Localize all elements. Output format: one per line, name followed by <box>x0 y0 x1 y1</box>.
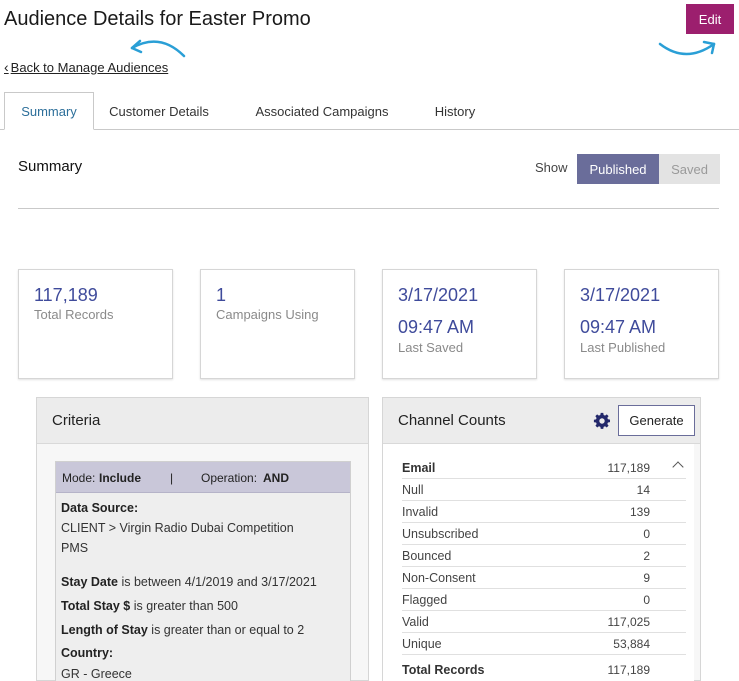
channel-counts-list: Email 117,189 Null 14 Invalid 139 Unsubs… <box>383 444 694 681</box>
generate-button[interactable]: Generate <box>618 405 695 436</box>
tab-customer-details[interactable]: Customer Details <box>100 92 218 130</box>
channel-row: Bounced 2 <box>402 545 686 567</box>
stay-date-criterion: Stay Date is between 4/1/2019 and 3/17/2… <box>61 575 317 589</box>
saved-option[interactable]: Saved <box>659 154 720 184</box>
stat-card-last-saved: 3/17/2021 09:47 AM Last Saved <box>382 269 537 379</box>
channel-row-email: Email 117,189 <box>402 457 686 479</box>
mode-separator: | <box>170 471 174 485</box>
stat-date: 3/17/2021 <box>398 285 479 305</box>
stat-card-campaigns-using: 1 Campaigns Using <box>200 269 355 379</box>
mode-label: Mode: <box>62 471 96 485</box>
tab-summary[interactable]: Summary <box>4 92 94 130</box>
length-of-stay-criterion: Length of Stay is greater than or equal … <box>61 623 305 637</box>
curved-arrow-right-icon <box>658 40 716 56</box>
operation-value: AND <box>263 471 289 485</box>
data-source-line: PMS <box>61 541 89 555</box>
tab-bar: Summary Customer Details Associated Camp… <box>0 92 739 130</box>
stat-value: 1 <box>216 285 227 305</box>
channel-row: Non-Consent 9 <box>402 567 686 589</box>
back-link-label: Back to Manage Audiences <box>10 59 169 75</box>
curved-arrow-left-icon <box>130 39 186 58</box>
stat-label: Campaigns Using <box>216 307 319 322</box>
stat-card-last-published: 3/17/2021 09:47 AM Last Published <box>564 269 719 379</box>
channel-row-total: Total Records 117,189 <box>402 663 650 677</box>
section-title: Summary <box>18 158 83 175</box>
channel-row: Valid 117,025 <box>402 611 686 633</box>
stat-label: Total Records <box>34 307 114 322</box>
total-stay-criterion: Total Stay $ is greater than 500 <box>61 599 238 613</box>
criteria-box: Mode: Include | Operation: AND Data Sour… <box>55 461 351 681</box>
channel-counts-title: Channel Counts <box>398 412 506 429</box>
show-label: Show <box>535 160 568 175</box>
stat-time: 09:47 AM <box>398 317 475 337</box>
data-source-label: Data Source: <box>61 501 139 515</box>
chevron-up-icon[interactable] <box>672 461 684 473</box>
mode-value: Include <box>99 471 142 485</box>
stat-label: Last Published <box>580 340 666 355</box>
tab-associated-campaigns[interactable]: Associated Campaigns <box>240 92 404 130</box>
data-source-line: CLIENT > Virgin Radio Dubai Competition <box>61 521 294 535</box>
stat-label: Last Saved <box>398 340 464 355</box>
tab-history[interactable]: History <box>420 92 490 130</box>
country-value: GR - Greece <box>61 667 132 681</box>
chevron-left-icon: ‹ <box>4 59 9 75</box>
channel-row: Flagged 0 <box>402 589 686 611</box>
back-link[interactable]: ‹ Back to Manage Audiences <box>4 59 168 75</box>
channel-row: Invalid 139 <box>402 501 686 523</box>
published-option[interactable]: Published <box>577 154 659 184</box>
channel-row: Unique 53,884 <box>402 633 686 655</box>
page-title: Audience Details for Easter Promo <box>4 8 311 30</box>
gear-icon[interactable] <box>593 412 611 430</box>
channel-row: Unsubscribed 0 <box>402 523 686 545</box>
channel-counts-panel: Channel Counts Generate Email 117,189 Nu… <box>382 397 701 681</box>
criteria-title: Criteria <box>52 412 101 429</box>
published-saved-toggle: Published Saved <box>577 154 720 184</box>
stat-value: 117,189 <box>34 285 98 305</box>
divider <box>18 208 719 209</box>
channel-row: Null 14 <box>402 479 686 501</box>
criteria-panel: Criteria Mode: Include | Operation: AND … <box>36 397 369 681</box>
operation-label: Operation: <box>201 471 258 485</box>
edit-button[interactable]: Edit <box>686 4 734 34</box>
channel-counts-header: Channel Counts Generate <box>383 398 700 444</box>
stat-time: 09:47 AM <box>580 317 657 337</box>
stat-card-total-records: 117,189 Total Records <box>18 269 173 379</box>
stat-date: 3/17/2021 <box>580 285 661 305</box>
country-label: Country: <box>61 646 114 660</box>
criteria-mode-bar: Mode: Include | Operation: AND <box>56 462 350 493</box>
criteria-header: Criteria <box>37 398 368 444</box>
